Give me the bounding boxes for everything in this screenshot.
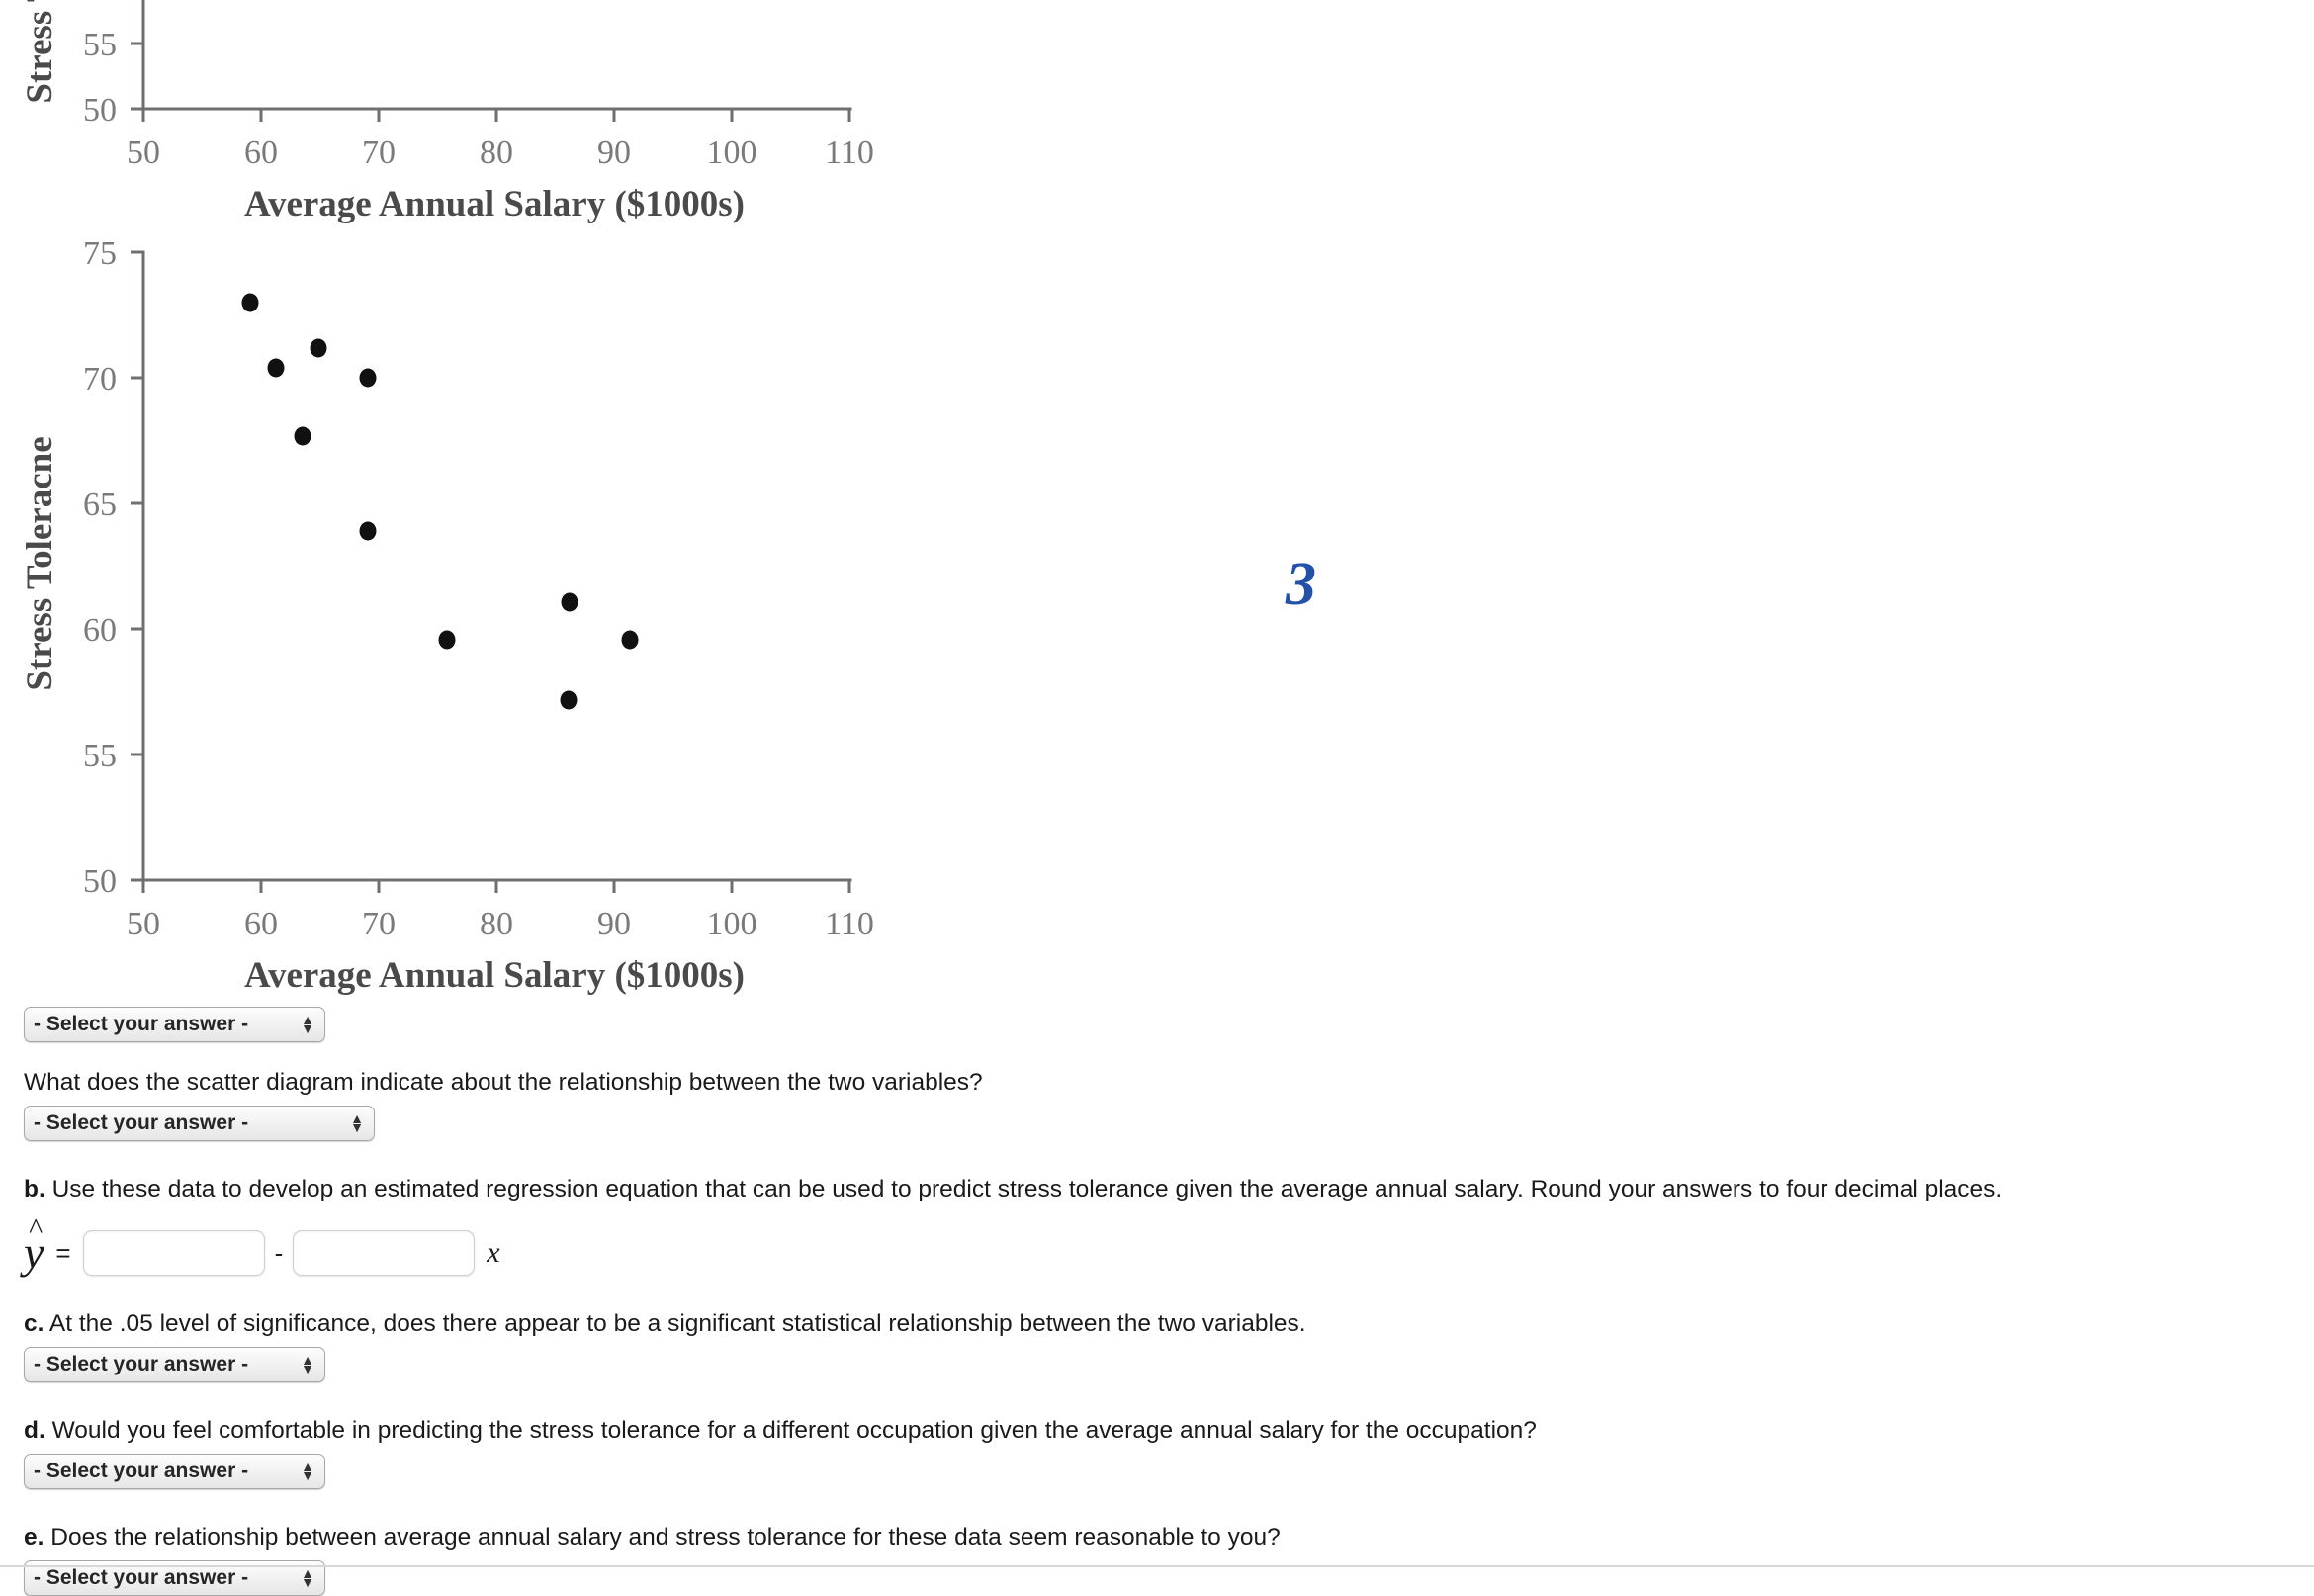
answer-c-row: - Select your answer - ▲ ▼ xyxy=(0,1339,2314,1382)
regression-equation-row: ^ y = - x xyxy=(0,1212,2314,1276)
xtick-label: 70 xyxy=(362,906,396,942)
data-point xyxy=(621,630,639,650)
xtick-label: 100 xyxy=(707,134,757,171)
question-c-label: c. xyxy=(24,1310,44,1337)
question-c-text: c. At the .05 level of significance, doe… xyxy=(0,1309,2314,1339)
ytick-label: 75 xyxy=(83,235,117,272)
ytick-label: 65 xyxy=(83,487,117,523)
select-c[interactable]: - Select your answer - xyxy=(24,1347,325,1382)
y-axis-title-bottom: Stress Toleracne xyxy=(20,436,60,690)
question-b-label: b. xyxy=(24,1176,45,1202)
ytick-label: 55 xyxy=(83,27,117,63)
xtick-label: 110 xyxy=(825,906,874,942)
xtick-label: 90 xyxy=(597,906,631,942)
equals-sign: = xyxy=(55,1237,71,1268)
xtick-label: 60 xyxy=(244,906,278,942)
minus-sign: - xyxy=(274,1237,284,1268)
ytick-label: 50 xyxy=(83,863,117,900)
select-a2[interactable]: - Select your answer - xyxy=(24,1106,375,1141)
question-b-text: b. Use these data to develop an estimate… xyxy=(0,1175,2314,1204)
xtick-label: 80 xyxy=(480,906,513,942)
x-variable-symbol: x xyxy=(487,1236,500,1269)
ytick-label: 60 xyxy=(83,612,117,649)
xtick-label: 90 xyxy=(597,134,631,171)
question-e-label: e. xyxy=(24,1524,44,1551)
select-a-wrapper[interactable]: - Select your answer - ▲ ▼ xyxy=(24,1007,325,1042)
xtick-label: 80 xyxy=(480,134,513,171)
data-point xyxy=(294,426,312,446)
xtick-label: 70 xyxy=(362,134,396,171)
answer-d-row: - Select your answer - ▲ ▼ xyxy=(0,1446,2314,1489)
data-point xyxy=(241,293,259,312)
select-c-wrapper[interactable]: - Select your answer - ▲ ▼ xyxy=(24,1347,325,1382)
ytick-label: 70 xyxy=(83,361,117,398)
question-c-body: At the .05 level of significance, does t… xyxy=(48,1310,1306,1337)
question-d-body: Would you feel comfortable in predicting… xyxy=(51,1417,1537,1444)
y-hat-symbol: ^ y xyxy=(22,1212,49,1276)
data-point xyxy=(438,630,456,650)
intercept-input[interactable] xyxy=(82,1230,265,1276)
select-a2-wrapper[interactable]: - Select your answer - ▲ ▼ xyxy=(24,1106,375,1141)
data-points xyxy=(241,293,639,710)
question-a-followup-text: What does the scatter diagram indicate a… xyxy=(24,1069,983,1096)
xtick-label: 60 xyxy=(244,134,278,171)
select-a[interactable]: - Select your answer - xyxy=(24,1007,325,1042)
data-point xyxy=(267,358,285,378)
data-point xyxy=(359,368,377,388)
answer-a2-row: - Select your answer - ▲ ▼ xyxy=(0,1098,2314,1141)
slope-input[interactable] xyxy=(293,1230,476,1276)
question-d-text: d. Would you feel comfortable in predict… xyxy=(0,1416,2314,1446)
data-point xyxy=(560,690,578,710)
problem-number-annotation: 3 xyxy=(1286,551,1316,618)
ytick-label: 55 xyxy=(83,738,117,774)
xtick-label: 110 xyxy=(825,134,874,171)
data-point xyxy=(359,521,377,541)
questions-area: - Select your answer - ▲ ▼ What does the … xyxy=(0,1007,2314,1596)
scatter-chart-bottom: 75 70 65 60 55 50 50 60 70 80 90 100 110… xyxy=(0,227,989,999)
question-d-label: d. xyxy=(24,1417,45,1444)
question-b-body: Use these data to develop an estimated r… xyxy=(51,1176,2002,1202)
ytick-label: 50 xyxy=(83,92,117,129)
y-axis-title-top: Stress Toleracne xyxy=(20,0,60,104)
xtick-label: 50 xyxy=(127,906,160,942)
xtick-label: 100 xyxy=(707,906,757,942)
data-point xyxy=(561,592,578,612)
select-d[interactable]: - Select your answer - xyxy=(24,1454,325,1489)
answer-e-row: - Select your answer - ▲ ▼ xyxy=(0,1552,2314,1596)
question-e-text: e. Does the relationship between average… xyxy=(0,1523,2314,1552)
select-d-wrapper[interactable]: - Select your answer - ▲ ▼ xyxy=(24,1454,325,1489)
x-axis-title-top: Average Annual Salary ($1000s) xyxy=(244,184,745,224)
worksheet-page: 55 50 50 60 70 80 90 100 110 Average Ann… xyxy=(0,0,2314,1596)
bottom-divider xyxy=(0,1565,2314,1567)
data-point xyxy=(310,338,327,358)
question-e-body: Does the relationship between average an… xyxy=(50,1524,1281,1551)
xtick-label: 50 xyxy=(127,134,160,171)
x-axis-title-bottom: Average Annual Salary ($1000s) xyxy=(244,955,745,996)
answer-a-row: - Select your answer - ▲ ▼ xyxy=(0,1007,2314,1042)
hat-accent-icon: ^ xyxy=(29,1212,44,1245)
